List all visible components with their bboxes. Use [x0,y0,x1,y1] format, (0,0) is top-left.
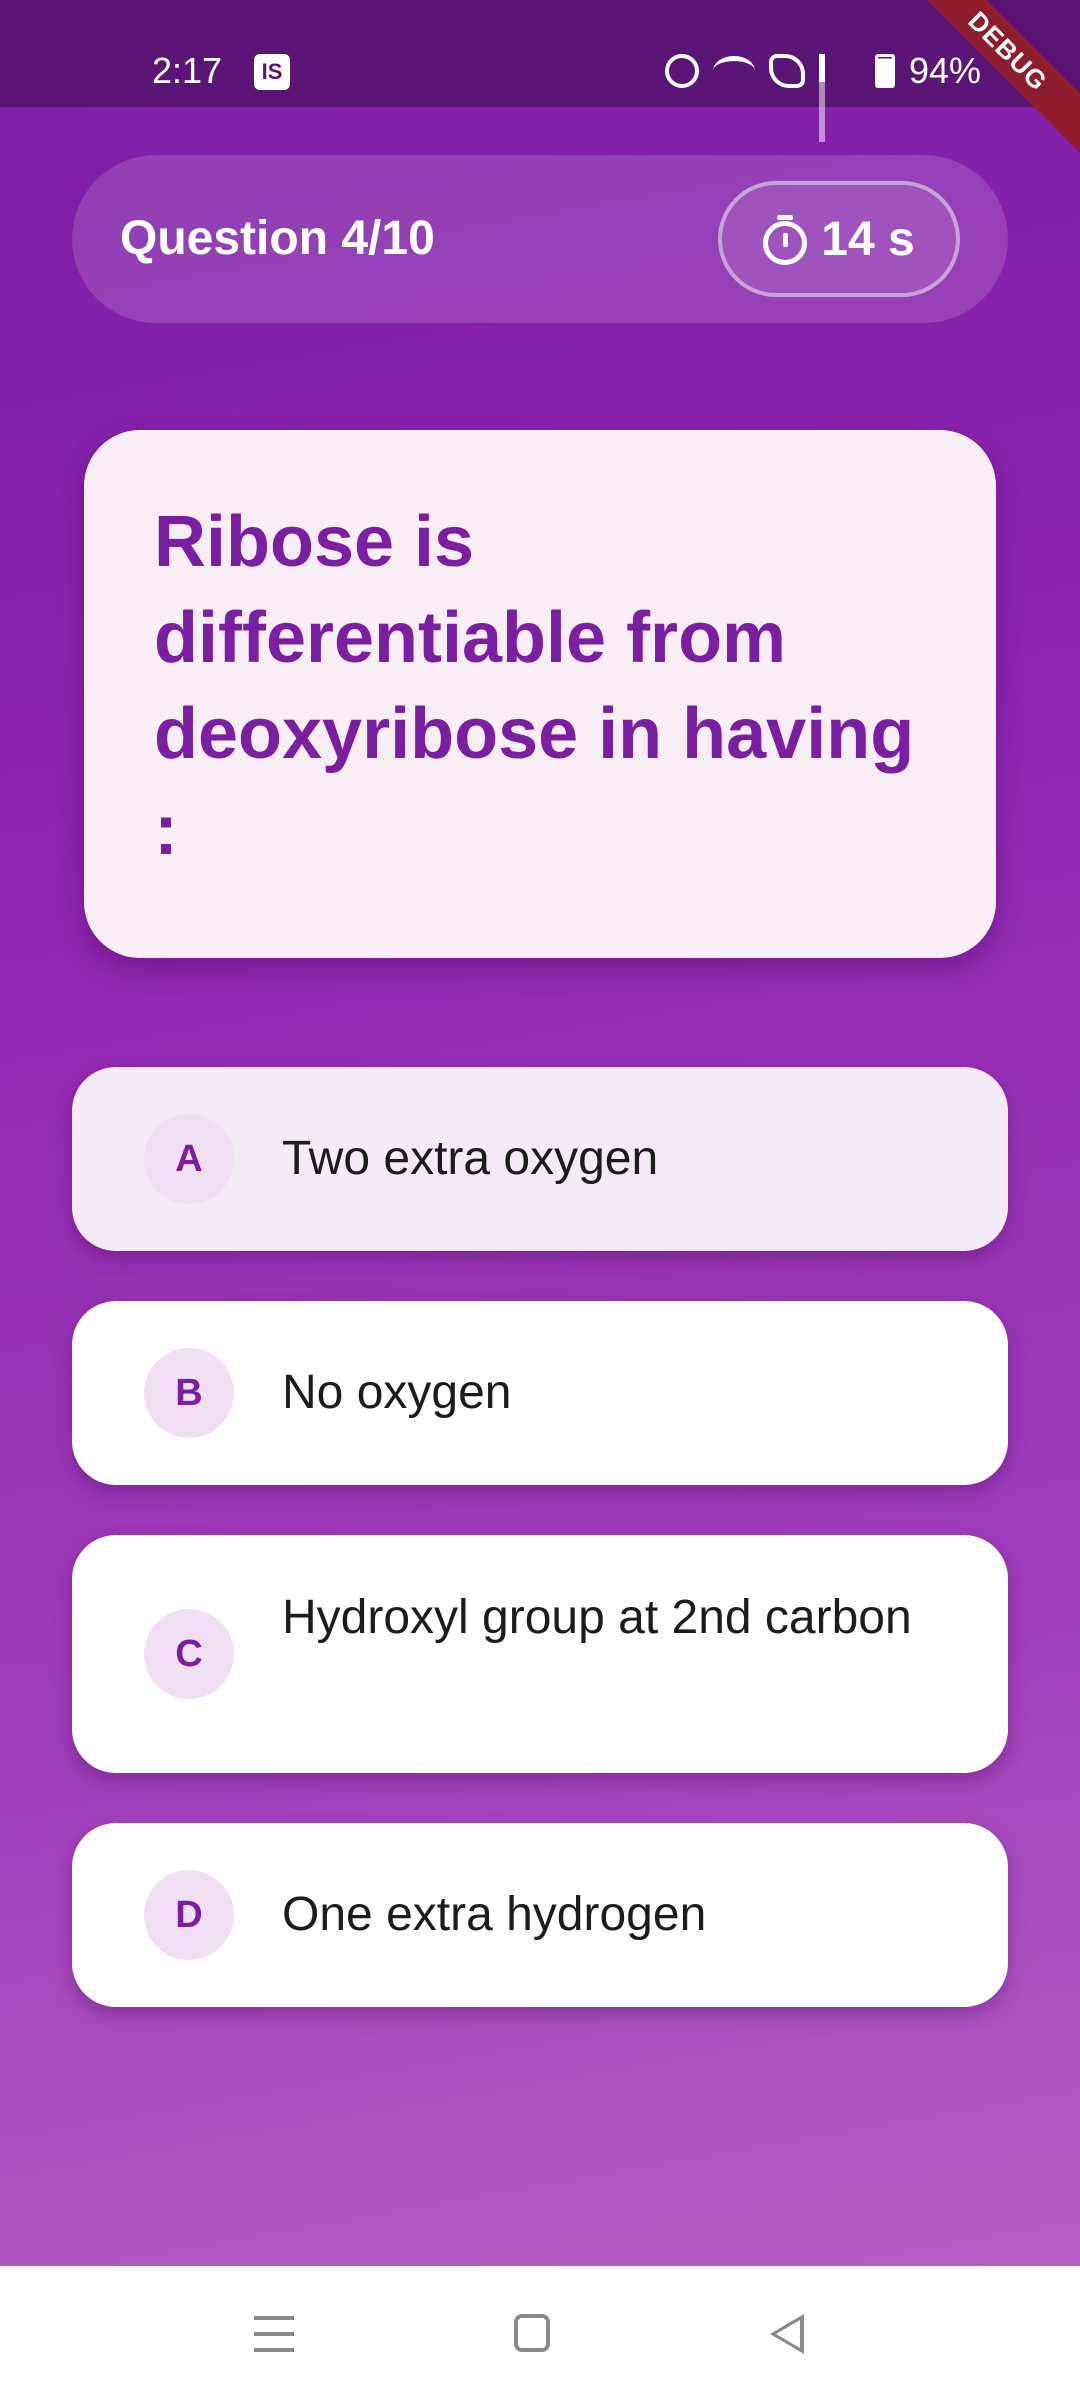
signal-icon [819,54,861,142]
option-d[interactable]: D One extra hydrogen [72,1823,1008,2007]
quiz-screen: 2:17 IS 94% DEBUG Question 4/10 14 s Rib… [0,0,1080,2400]
alarm-icon [665,54,699,88]
option-text: No oxygen [282,1366,512,1419]
status-icons: 94% [665,50,982,142]
recents-icon[interactable] [254,2316,294,2352]
home-icon[interactable] [514,2314,550,2352]
option-text: Hydroxyl group at 2nd carbon [282,1591,912,1644]
question-text: Ribose is differentiable from deoxyribos… [154,502,915,870]
question-counter: Question 4/10 [120,212,435,265]
back-icon[interactable] [770,2314,804,2354]
app-notification-icon: IS [254,54,290,90]
option-a[interactable]: A Two extra oxygen [72,1067,1008,1251]
option-letter: A [144,1114,234,1204]
question-card: Ribose is differentiable from deoxyribos… [84,430,996,958]
option-letter: C [144,1609,234,1699]
option-text: Two extra oxygen [282,1132,659,1185]
option-letter: D [144,1870,234,1960]
battery-percent: 94% [909,50,982,91]
timer-value: 14 s [821,212,915,266]
wifi-call-icon [769,54,805,88]
status-bar: 2:17 IS 94% DEBUG [0,0,1080,158]
battery-icon [875,54,895,88]
option-b[interactable]: B No oxygen [72,1301,1008,1485]
wifi-icon [713,56,755,86]
status-time: 2:17 [152,50,223,91]
option-c[interactable]: C Hydroxyl group at 2nd carbon [72,1535,1008,1773]
timer-badge: 14 s [718,181,960,297]
quiz-header: Question 4/10 14 s [72,155,1008,323]
system-nav-bar [0,2266,1080,2400]
option-text: One extra hydrogen [282,1888,707,1941]
stopwatch-icon [763,215,808,265]
option-letter: B [144,1348,234,1438]
